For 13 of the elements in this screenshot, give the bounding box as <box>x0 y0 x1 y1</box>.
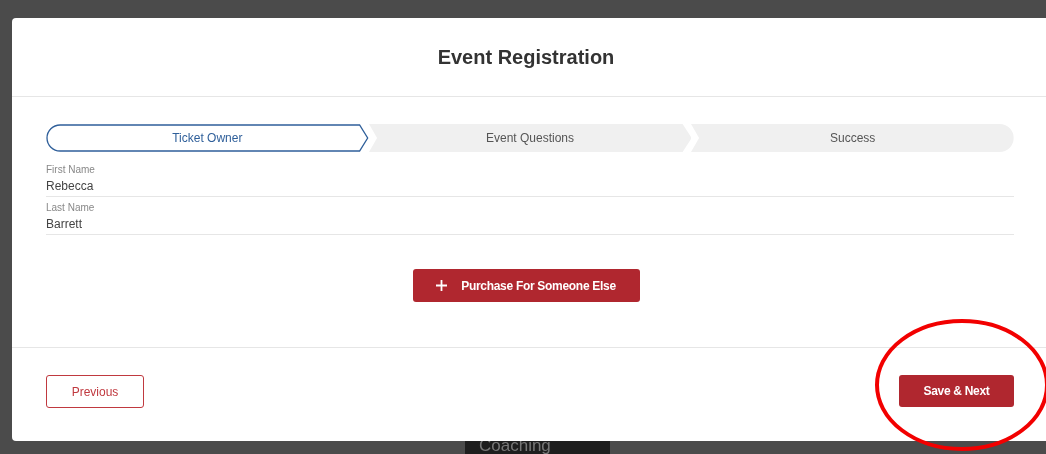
dialog-title: Event Registration <box>437 45 615 69</box>
step-tab[interactable]: Ticket Owner <box>46 124 369 152</box>
field-label: Last Name <box>46 202 96 213</box>
field-label: First Name <box>46 164 96 175</box>
previous-button[interactable]: Previous <box>46 375 144 408</box>
save-next-button[interactable]: Save & Next <box>899 375 1014 407</box>
input-field[interactable]: Barrett <box>46 217 1014 235</box>
step-tab[interactable]: Success <box>691 124 1014 152</box>
background-label: Coaching <box>479 436 551 454</box>
plus-icon <box>436 280 448 291</box>
input-field[interactable]: Rebecca <box>46 179 1014 197</box>
purchase-for-someone-else-button[interactable]: Purchase For Someone Else <box>412 269 640 302</box>
step-tab[interactable]: Event Questions <box>368 124 692 152</box>
